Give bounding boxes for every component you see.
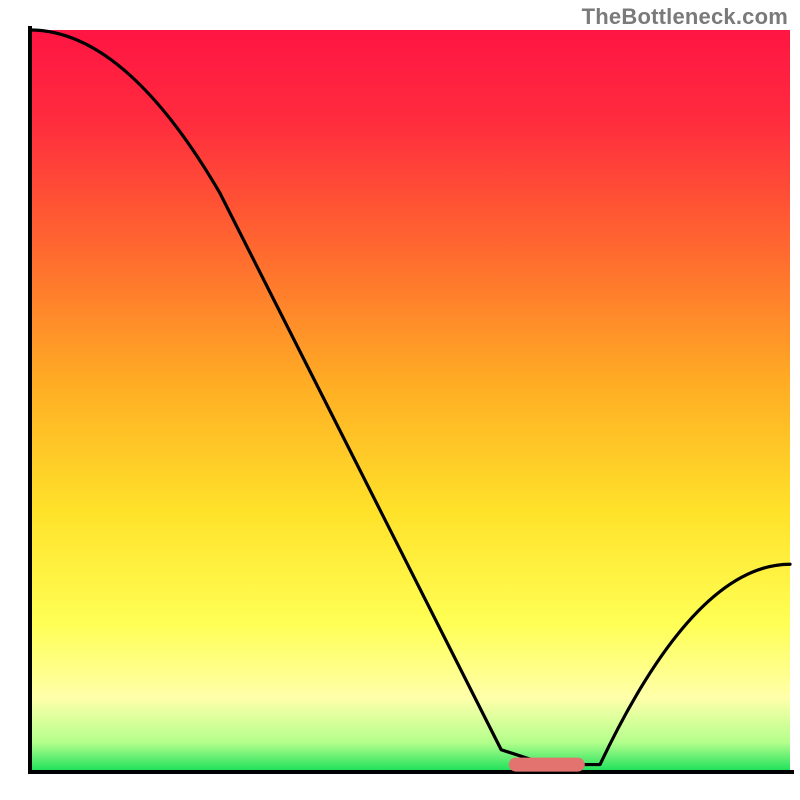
optimal-marker xyxy=(509,758,585,772)
gradient-panel xyxy=(30,30,790,772)
watermark-label: TheBottleneck.com xyxy=(582,4,788,30)
bottleneck-chart xyxy=(0,0,800,800)
chart-container: TheBottleneck.com xyxy=(0,0,800,800)
